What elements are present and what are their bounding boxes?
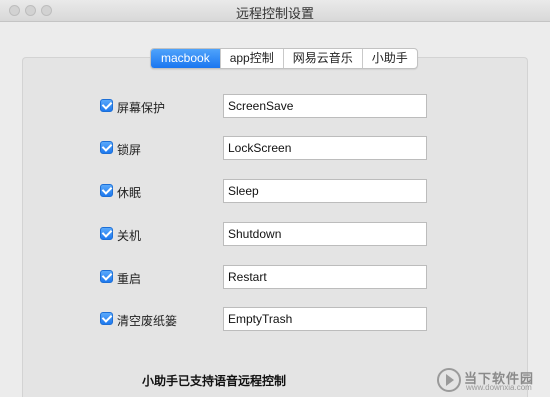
tab-assistant[interactable]: 小助手	[361, 49, 417, 68]
emptytrash-command-field[interactable]: EmptyTrash	[223, 307, 427, 331]
lockscreen-checkbox[interactable]	[100, 141, 113, 154]
setting-row-sleep: 休眠 Sleep	[100, 179, 430, 203]
shutdown-checkbox[interactable]	[100, 227, 113, 240]
window-title: 远程控制设置	[235, 6, 314, 21]
title-bar: 远程控制设置	[0, 0, 550, 22]
watermark: 当下软件园 www.downxia.com	[436, 367, 544, 393]
lockscreen-command-field[interactable]: LockScreen	[223, 136, 427, 160]
setting-row-emptytrash: 清空废纸篓 EmptyTrash	[100, 307, 430, 331]
tab-bar: macbook app控制 网易云音乐 小助手	[150, 48, 418, 69]
shutdown-command-field[interactable]: Shutdown	[223, 222, 427, 246]
emptytrash-label: 清空废纸篓	[117, 314, 178, 328]
tab-macbook[interactable]: macbook	[151, 49, 220, 68]
sleep-command-field[interactable]: Sleep	[223, 179, 427, 203]
downxia-logo-icon	[437, 368, 461, 392]
screensave-command-field[interactable]: ScreenSave	[223, 94, 427, 118]
setting-row-restart: 重启 Restart	[100, 265, 430, 289]
setting-row-lockscreen: 锁屏 LockScreen	[100, 136, 430, 160]
watermark-url: www.downxia.com	[466, 383, 532, 392]
sleep-label: 休眠	[117, 186, 142, 200]
sleep-checkbox[interactable]	[100, 184, 113, 197]
screensave-label: 屏幕保护	[117, 101, 166, 115]
lockscreen-label: 锁屏	[117, 143, 142, 157]
tab-app-control[interactable]: app控制	[219, 49, 283, 68]
emptytrash-checkbox[interactable]	[100, 312, 113, 325]
settings-window: 远程控制设置 macbook app控制 网易云音乐 小助手 屏幕保护 Scre…	[0, 0, 550, 397]
voice-control-note: 小助手已支持语音远程控制	[142, 374, 287, 388]
screensave-checkbox[interactable]	[100, 99, 113, 112]
shutdown-label: 关机	[117, 229, 142, 243]
setting-row-screensave: 屏幕保护 ScreenSave	[100, 94, 430, 118]
restart-checkbox[interactable]	[100, 270, 113, 283]
restart-label: 重启	[117, 272, 142, 286]
restart-command-field[interactable]: Restart	[223, 265, 427, 289]
setting-row-shutdown: 关机 Shutdown	[100, 222, 430, 246]
tab-netease-music[interactable]: 网易云音乐	[282, 49, 362, 68]
